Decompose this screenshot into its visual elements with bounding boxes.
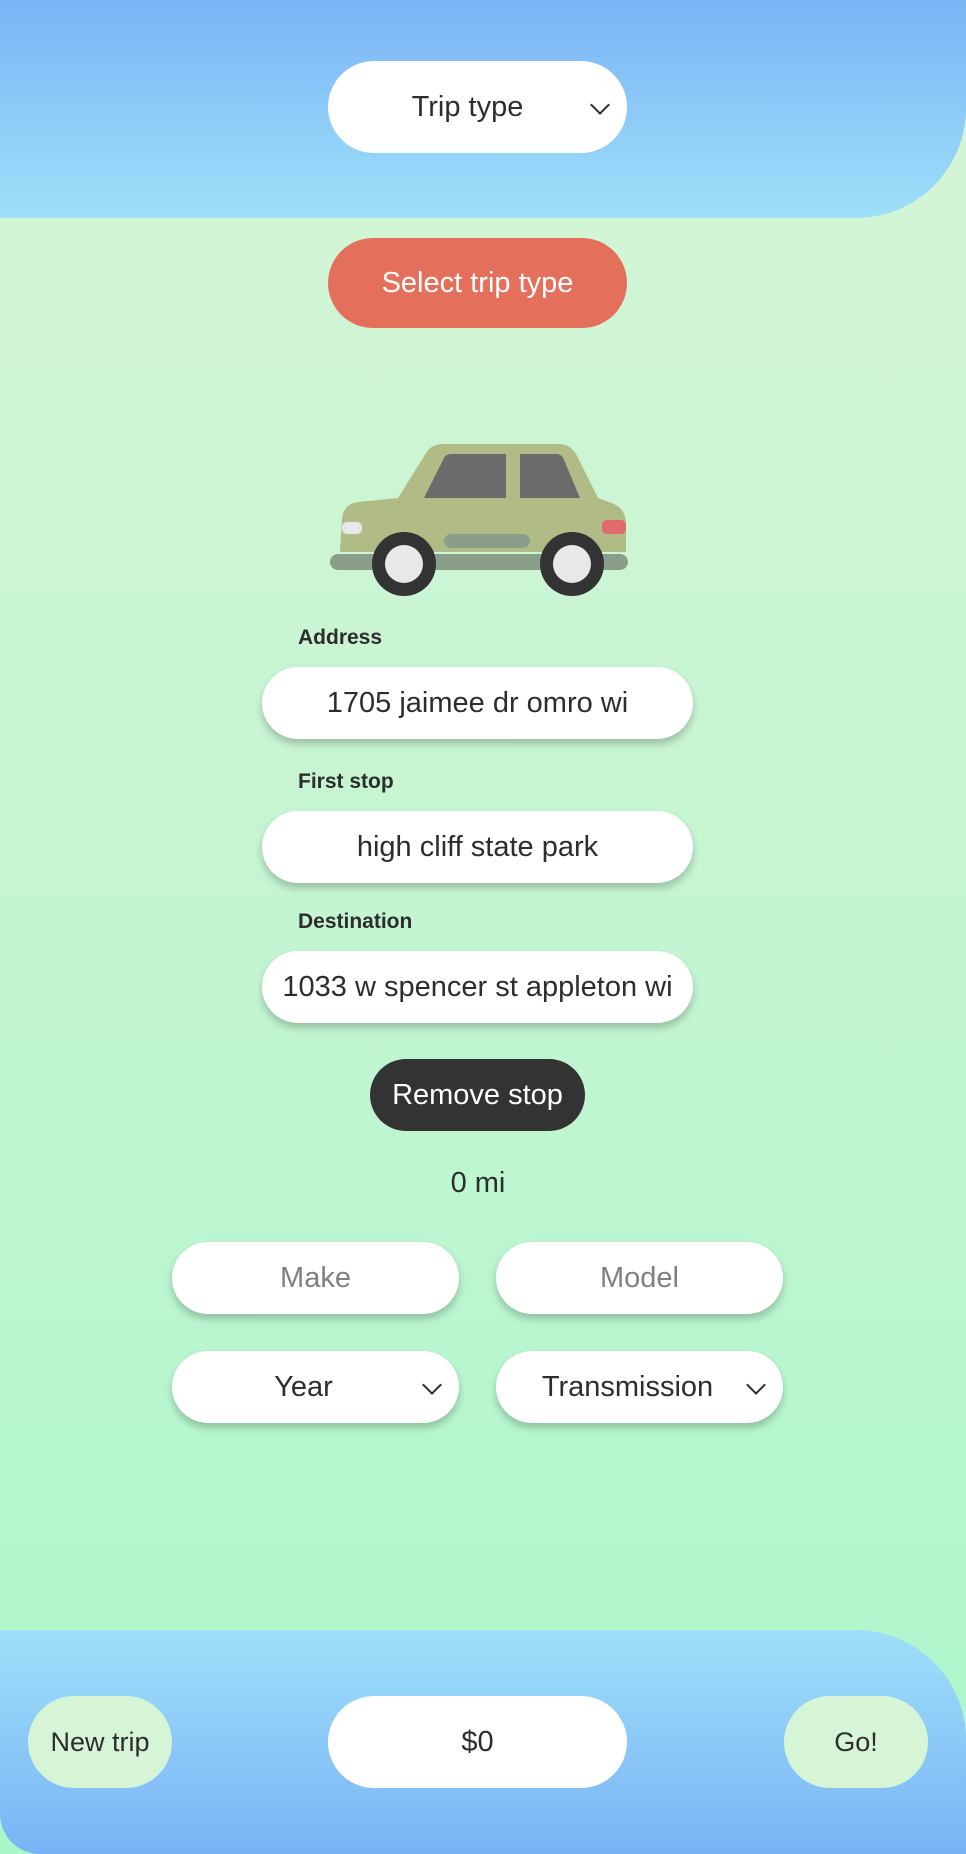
transmission-label: Transmission xyxy=(541,1370,714,1403)
door-handle xyxy=(444,534,530,548)
model-input[interactable]: Model xyxy=(496,1242,783,1314)
address-input[interactable]: 1705 jaimee dr omro wi xyxy=(262,667,693,739)
go-button[interactable]: Go! xyxy=(784,1696,928,1788)
first-stop-label: First stop xyxy=(298,770,394,793)
make-input[interactable]: Make xyxy=(172,1242,459,1314)
trip-type-select[interactable]: Trip type xyxy=(328,61,627,153)
tail-light xyxy=(602,520,626,534)
make-placeholder: Make xyxy=(280,1261,351,1294)
destination-value: 1033 w spencer st appleton wi xyxy=(282,970,673,1003)
address-label: Address xyxy=(298,626,383,649)
new-trip-button[interactable]: New trip xyxy=(28,1696,172,1788)
year-select[interactable]: Year xyxy=(172,1351,459,1423)
car-icon xyxy=(330,444,628,596)
year-label: Year xyxy=(274,1370,333,1403)
price-value: $0 xyxy=(461,1725,494,1758)
distance-readout: 0 mi xyxy=(450,1167,506,1199)
chevron-down-icon xyxy=(590,95,610,115)
first-stop-value: high cliff state park xyxy=(356,830,599,863)
select-trip-type-label: Select trip type xyxy=(381,266,574,299)
headlight xyxy=(342,522,362,534)
model-placeholder: Model xyxy=(600,1261,679,1294)
destination-label: Destination xyxy=(298,910,413,933)
new-trip-label: New trip xyxy=(50,1726,150,1757)
destination-input[interactable]: 1033 w spencer st appleton wi xyxy=(262,951,693,1023)
address-value: 1705 jaimee dr omro wi xyxy=(326,686,629,719)
select-trip-type-button[interactable]: Select trip type xyxy=(328,238,627,328)
remove-stop-label: Remove stop xyxy=(392,1078,563,1111)
trip-type-label: Trip type xyxy=(411,90,524,123)
transmission-select[interactable]: Transmission xyxy=(496,1351,783,1423)
price-display: $0 xyxy=(328,1696,627,1788)
rear-wheel xyxy=(540,532,604,596)
go-label: Go! xyxy=(834,1726,878,1757)
remove-stop-button[interactable]: Remove stop xyxy=(370,1059,585,1131)
front-wheel xyxy=(372,532,436,596)
chevron-down-icon xyxy=(746,1375,766,1395)
chevron-down-icon xyxy=(422,1375,442,1395)
first-stop-input[interactable]: high cliff state park xyxy=(262,811,693,883)
